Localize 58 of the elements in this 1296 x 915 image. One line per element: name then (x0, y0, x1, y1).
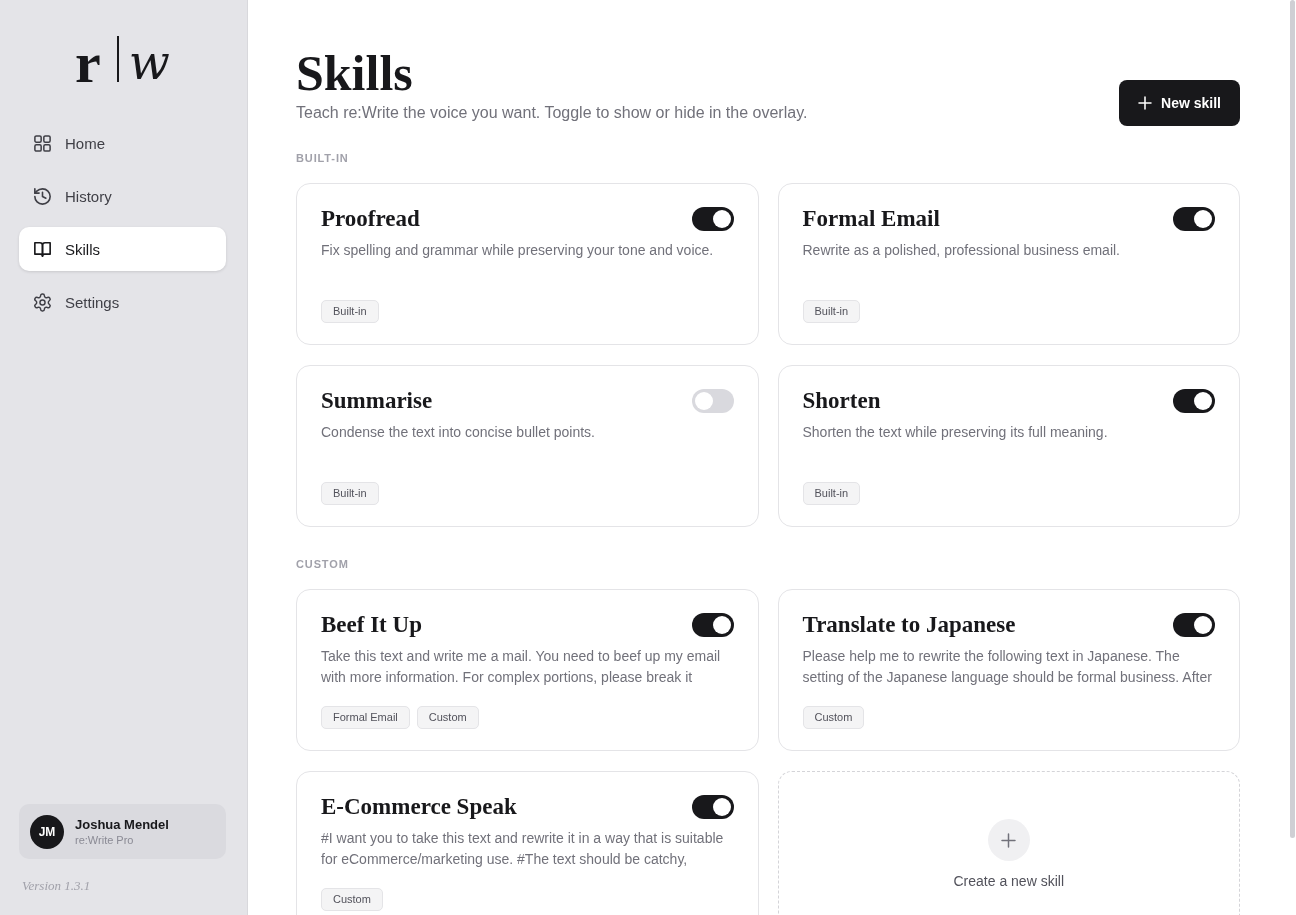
toggle-switch[interactable] (1173, 389, 1215, 413)
page-subtitle: Teach re:Write the voice you want. Toggle to show or hide in the overlay. (296, 103, 808, 123)
skill-card[interactable]: Shorten Shorten the text while preserving its full meaning. Built-in (777, 365, 1240, 527)
version-label: Version 1.3.1 (22, 878, 92, 894)
skill-tag: Custom (321, 888, 383, 911)
skill-description: Shorten the text while preserving its full meaning. (802, 423, 1109, 442)
skill-title: Summarise (321, 389, 433, 413)
skill-title: E-Commerce Speak (321, 795, 517, 819)
new-skill-button[interactable]: New skill (1119, 80, 1240, 126)
skill-card[interactable]: Translate to Japanese Please help me to rewrite the following text in Japanese. The setting of the Japanese language should be formal business. After Custom (777, 589, 1240, 751)
skill-tag: Built-in (321, 300, 379, 323)
nav-item[interactable]: Skills (19, 227, 226, 271)
skill-tag: Custom (802, 706, 865, 729)
settings-icon (34, 293, 51, 311)
skill-title: Shorten (802, 389, 881, 413)
history-icon (34, 187, 51, 205)
skill-description: Rewrite as a polished, professional business email. (802, 241, 1121, 260)
section-label: BUILT-IN (296, 151, 350, 165)
user-name: Joshua Mendel (75, 817, 169, 832)
skill-title: Beef It Up (321, 613, 422, 637)
avatar: JM (30, 814, 64, 849)
nav-item[interactable]: Home (19, 121, 226, 165)
plus-icon (1139, 97, 1152, 109)
create-skill-button[interactable]: Create a new skill (777, 771, 1240, 915)
skill-description: #I want you to take this text and rewrite it in a way that is suitable for eCommerce/marketing use. #The text should be catchy, (321, 829, 725, 869)
toggle-switch[interactable] (1173, 613, 1215, 637)
nav-item[interactable]: History (19, 174, 226, 218)
skill-card[interactable]: Formal Email Rewrite as a polished, professional business email. Built-in (777, 183, 1240, 345)
skill-description: Condense the text into concise bullet points. (321, 423, 596, 442)
toggle-switch[interactable] (691, 207, 734, 231)
skill-description: Please help me to rewrite the following text in Japanese. The setting of the Japanese language should be formal business. After (802, 647, 1213, 687)
skill-card[interactable]: E-Commerce Speak #I want you to take this text and rewrite it in a way that is suitable for eCommerce/marketing use. #The text should be catchy, Custom (296, 771, 759, 915)
skill-description: Take this text and write me a mail. You need to beef up my email with more information. For complex portions, please break it (321, 647, 722, 687)
skill-tag: Formal Email (321, 706, 410, 729)
skill-tag: Built-in (802, 300, 861, 323)
app-logo: r w (74, 34, 171, 92)
home-grid-icon (34, 134, 51, 152)
nav-item[interactable]: Settings (19, 280, 226, 324)
book-icon (34, 240, 51, 258)
scrollbar-thumb[interactable] (1290, 0, 1295, 838)
skill-card[interactable]: Summarise Condense the text into concise bullet points. Built-in (296, 365, 759, 527)
plus-circle-icon (987, 819, 1030, 861)
skill-title: Formal Email (802, 207, 940, 231)
page-title: Skills (296, 45, 414, 102)
section-label: CUSTOM (296, 557, 350, 571)
skill-description: Fix spelling and grammar while preserving your tone and voice. (321, 241, 715, 260)
skill-tag: Custom (416, 706, 479, 729)
skill-tag: Built-in (321, 482, 379, 505)
skill-card[interactable]: Beef It Up Take this text and write me a mail. You need to beef up my email with more information. For complex portions, please break it Formal Email Custom (296, 589, 759, 751)
user-plan: re:Write Pro (75, 834, 135, 846)
skill-title: Proofread (321, 207, 420, 231)
skill-tag: Built-in (802, 482, 861, 505)
toggle-switch[interactable] (691, 613, 734, 637)
skill-card[interactable]: Proofread Fix spelling and grammar while preserving your tone and voice. Built-in (296, 183, 759, 345)
toggle-switch[interactable] (691, 795, 734, 819)
toggle-switch[interactable] (1173, 207, 1215, 231)
toggle-switch[interactable] (691, 389, 734, 413)
skill-title: Translate to Japanese (802, 613, 1016, 637)
